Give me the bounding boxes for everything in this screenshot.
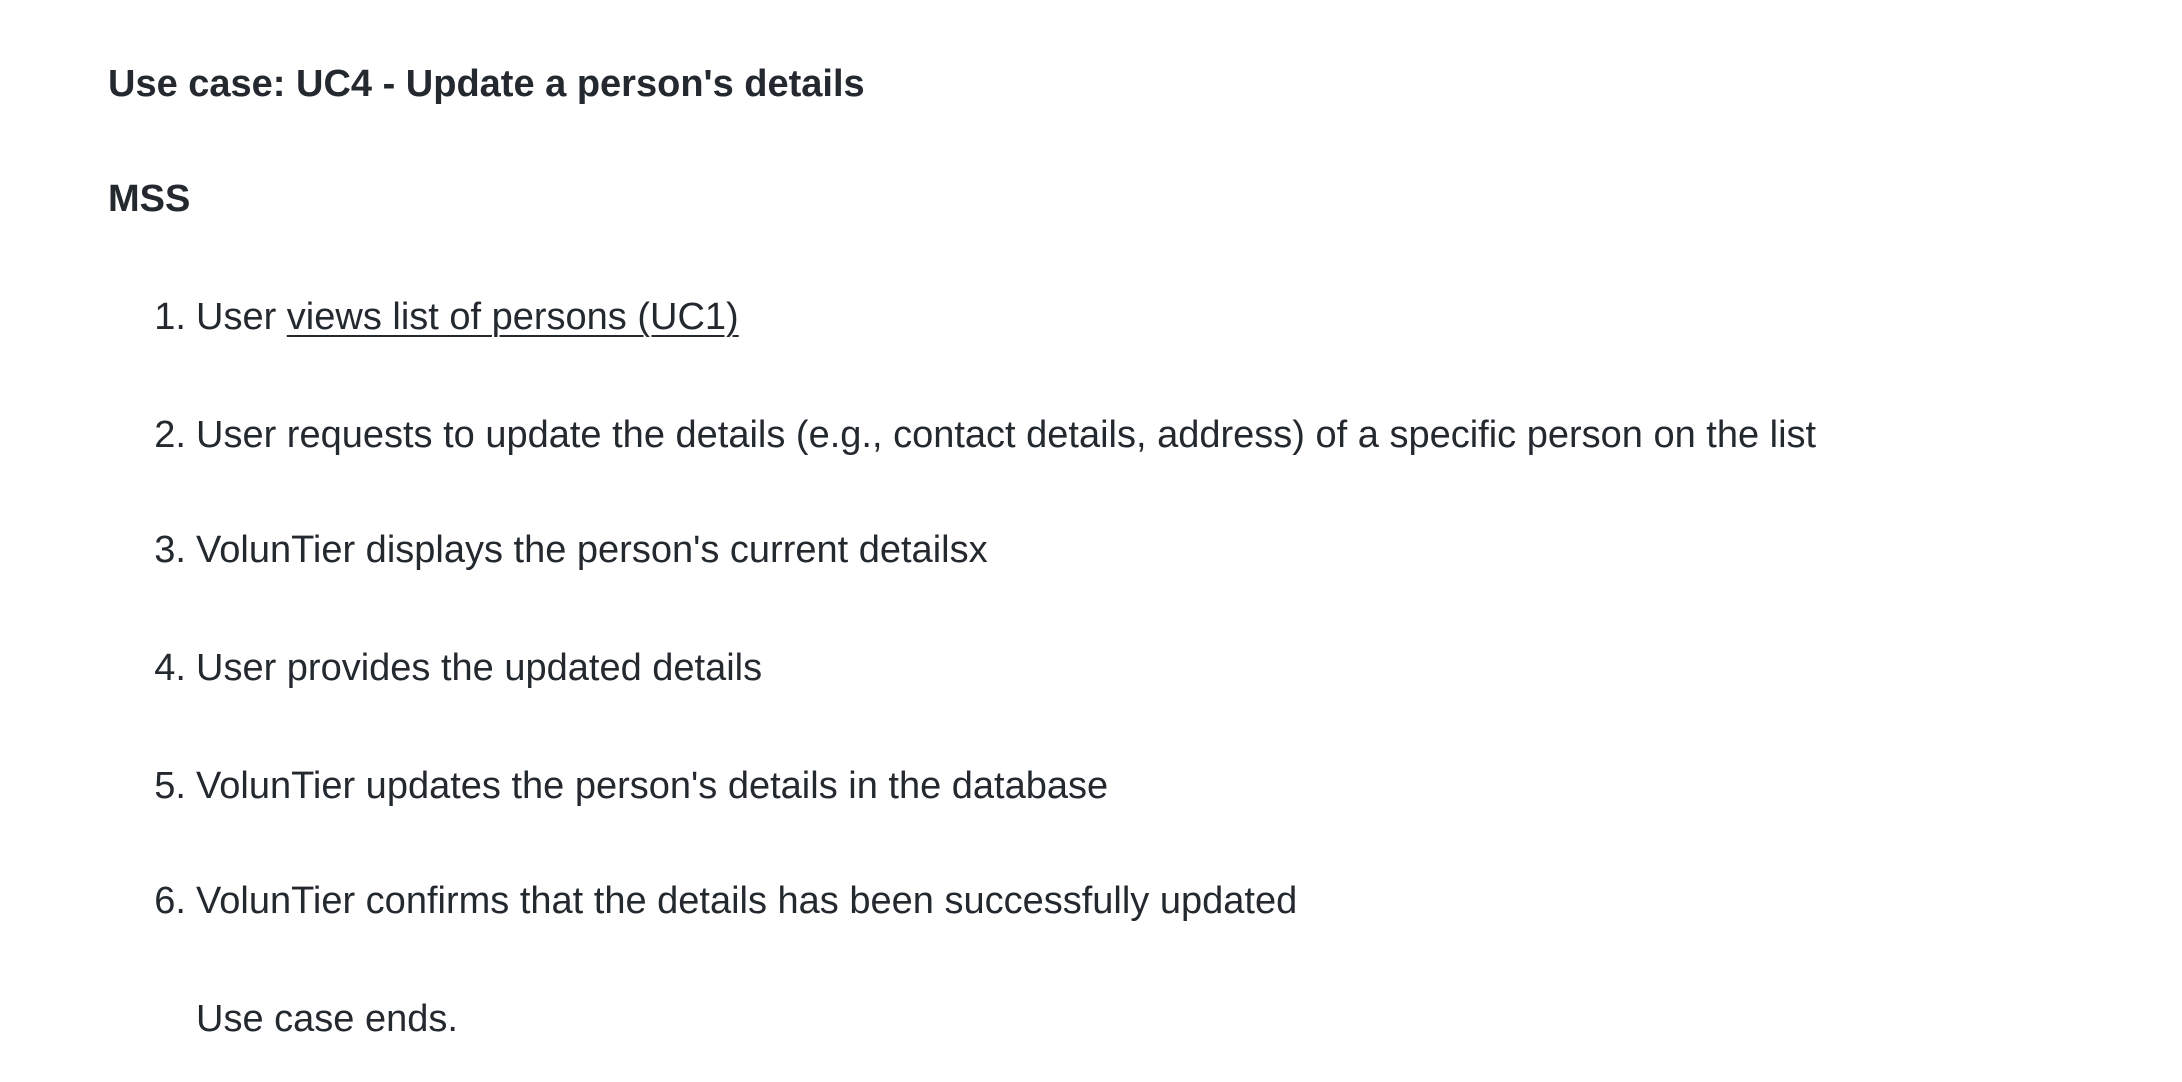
list-item: 2. User requests to update the details (… [0,409,2182,461]
mss-heading: MSS [108,178,191,220]
document-page: Use case: UC4 - Update a person's detail… [0,0,2182,1082]
step-text-prefix: User [196,296,287,338]
use-case-title: Use case: UC4 - Update a person's detail… [108,63,865,105]
step-number: 5. [154,765,186,807]
list-item: 6. VolunTier confirms that the details h… [0,875,2182,927]
list-item: 1. User views list of persons (UC1) [0,291,2182,343]
step-text: VolunTier displays the person's current … [196,529,988,571]
step-text: User requests to update the details (e.g… [196,414,1817,456]
step-number: 4. [154,647,186,689]
step-text: VolunTier confirms that the details has … [196,880,1298,922]
step-number: 2. [154,414,186,456]
step-number: 1. [154,296,186,338]
list-item: 5. VolunTier updates the person's detail… [0,760,2182,812]
uc1-link[interactable]: views list of persons (UC1) [287,296,739,338]
use-case-ending: Use case ends. [196,998,458,1040]
step-text: VolunTier updates the person's details i… [196,765,1109,807]
list-item: 3. VolunTier displays the person's curre… [0,524,2182,576]
step-number: 6. [154,880,186,922]
step-text: User provides the updated details [196,647,763,689]
list-item: 4. User provides the updated details [0,642,2182,694]
step-number: 3. [154,529,186,571]
step-text: User views list of persons (UC1) [196,291,739,343]
